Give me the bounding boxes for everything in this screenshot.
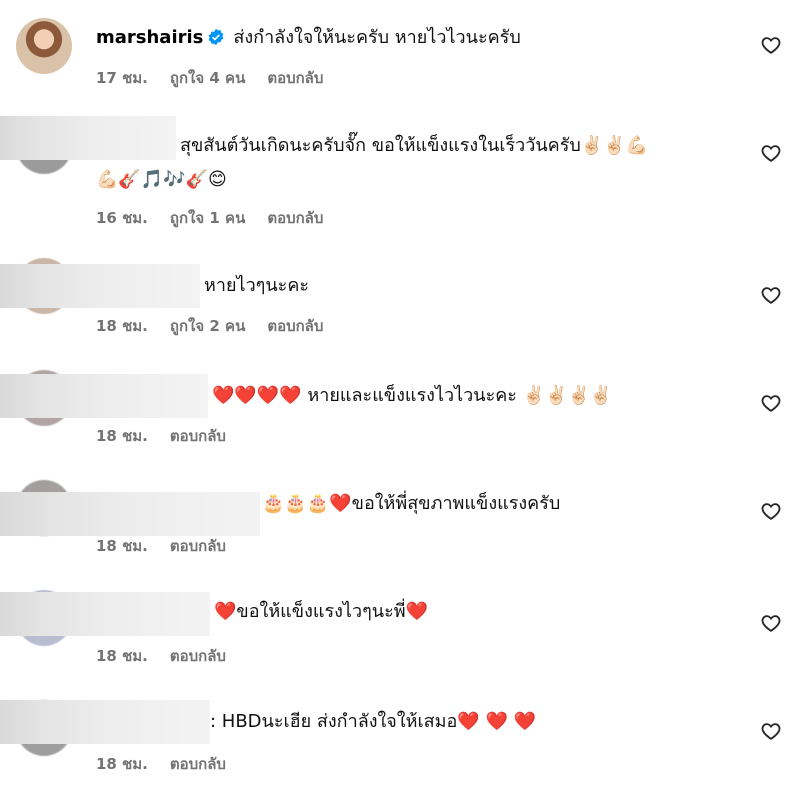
reply-button[interactable]: ตอบกลับ [170, 427, 226, 445]
comment-item: 🎂🎂🎂❤️ขอให้พี่สุขภาพแข็งแรงครับ 18 ชม. ตอบ… [0, 470, 800, 580]
reply-button[interactable]: ตอบกลับ [267, 209, 323, 227]
comment-meta: 18 ชม. ตอบกลับ [96, 646, 248, 666]
blurred-username [0, 264, 200, 308]
reply-button[interactable]: ตอบกลับ [267, 69, 323, 87]
comment-likes[interactable]: ถูกใจ 1 คน [170, 209, 245, 227]
avatar[interactable] [16, 18, 72, 74]
heart-outline-icon[interactable] [760, 34, 782, 56]
comment-meta: 18 ชม. ตอบกลับ [96, 754, 248, 774]
reply-button[interactable]: ตอบกลับ [267, 317, 323, 335]
comment-time[interactable]: 16 ชม. [96, 209, 148, 227]
comment-text: ❤️❤️❤️❤️ หายและแข็งแรงไวไวนะคะ ✌🏻✌🏻✌🏻✌🏻 [212, 385, 613, 406]
blurred-username [0, 492, 260, 536]
comment-likes[interactable]: ถูกใจ 2 คน [170, 317, 245, 335]
comment-time[interactable]: 18 ชม. [96, 647, 148, 665]
comment-meta: 16 ชม. ถูกใจ 1 คน ตอบกลับ [96, 208, 345, 228]
comment-text: ❤️ขอให้แข็งแรงไวๆนะพี่❤️ [214, 601, 429, 622]
heart-outline-icon[interactable] [760, 284, 782, 306]
heart-outline-icon[interactable] [760, 720, 782, 742]
comment-meta: 18 ชม. ตอบกลับ [96, 426, 248, 446]
heart-outline-icon[interactable] [760, 500, 782, 522]
comment-body: marshairis ส่งกำลังใจให้นะครับ หายไวไวนะค… [96, 26, 521, 50]
blurred-username [0, 592, 210, 636]
comment-text: สุขสันต์วันเกิดนะครับจั๊ก ขอให้แข็งแรงใน… [180, 135, 649, 156]
blurred-username [0, 700, 210, 744]
comment-text: ส่งกำลังใจให้นะครับ หายไวไวนะครับ [233, 27, 521, 48]
blurred-username [0, 374, 208, 418]
verified-badge-icon [208, 28, 224, 46]
comment-item: สุขสันต์วันเกิดนะครับจั๊ก ขอให้แข็งแรงใน… [0, 110, 800, 250]
reply-button[interactable]: ตอบกลับ [170, 647, 226, 665]
comment-time[interactable]: 18 ชม. [96, 537, 148, 555]
comment-text: หายไวๆนะคะ [204, 275, 310, 296]
comment-text-emoji: 💪🏻🎸🎵🎶🎸😊 [96, 169, 227, 190]
comment-item: marshairis ส่งกำลังใจให้นะครับ หายไวไวนะค… [0, 0, 800, 110]
comment-meta: 18 ชม. ถูกใจ 2 คน ตอบกลับ [96, 316, 345, 336]
comments-list: marshairis ส่งกำลังใจให้นะครับ หายไวไวนะค… [0, 0, 800, 805]
comment-text: 🎂🎂🎂❤️ขอให้พี่สุขภาพแข็งแรงครับ [262, 493, 561, 514]
heart-outline-icon[interactable] [760, 392, 782, 414]
comment-likes[interactable]: ถูกใจ 4 คน [170, 69, 245, 87]
comment-item: : HBDนะเฮีย ส่งกำลังใจให้เสมอ❤️ ❤️ ❤️ 18… [0, 690, 800, 805]
comment-meta: 18 ชม. ตอบกลับ [96, 536, 248, 556]
comment-username[interactable]: marshairis [96, 27, 203, 48]
comment-text: : HBDนะเฮีย ส่งกำลังใจให้เสมอ❤️ ❤️ ❤️ [210, 711, 536, 732]
comment-time[interactable]: 17 ชม. [96, 69, 148, 87]
comment-item: ❤️ขอให้แข็งแรงไวๆนะพี่❤️ 18 ชม. ตอบกลับ [0, 580, 800, 690]
comment-item: หายไวๆนะคะ 18 ชม. ถูกใจ 2 คน ตอบกลับ [0, 250, 800, 360]
comment-meta: 17 ชม. ถูกใจ 4 คน ตอบกลับ [96, 68, 345, 88]
comment-time[interactable]: 18 ชม. [96, 427, 148, 445]
reply-button[interactable]: ตอบกลับ [170, 755, 226, 773]
heart-outline-icon[interactable] [760, 612, 782, 634]
reply-button[interactable]: ตอบกลับ [170, 537, 226, 555]
blurred-username [0, 116, 176, 160]
comment-time[interactable]: 18 ชม. [96, 755, 148, 773]
comment-time[interactable]: 18 ชม. [96, 317, 148, 335]
heart-outline-icon[interactable] [760, 142, 782, 164]
comment-item: ❤️❤️❤️❤️ หายและแข็งแรงไวไวนะคะ ✌🏻✌🏻✌🏻✌🏻 … [0, 360, 800, 470]
